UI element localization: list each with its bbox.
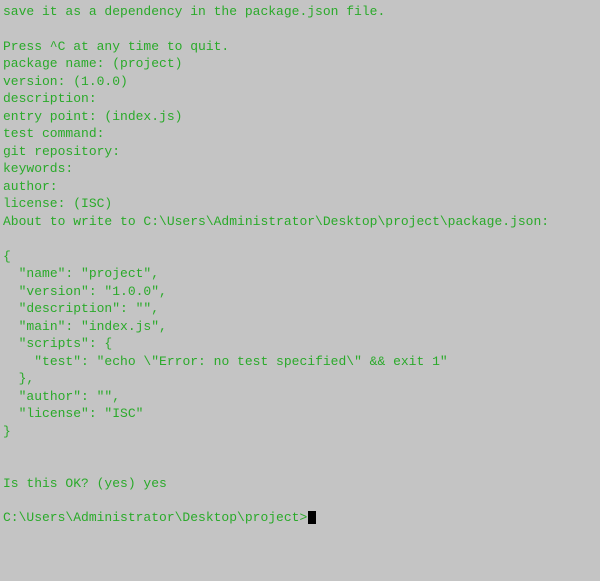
terminal-line: author: bbox=[3, 178, 600, 196]
terminal-output[interactable]: save it as a dependency in the package.j… bbox=[3, 3, 600, 527]
terminal-line bbox=[3, 492, 600, 509]
terminal-line bbox=[3, 441, 600, 458]
terminal-line: "license": "ISC" bbox=[3, 405, 600, 423]
terminal-prompt: C:\Users\Administrator\Desktop\project> bbox=[3, 509, 307, 527]
terminal-line: keywords: bbox=[3, 160, 600, 178]
terminal-prompt-line[interactable]: C:\Users\Administrator\Desktop\project> bbox=[3, 509, 600, 527]
terminal-line: Is this OK? (yes) yes bbox=[3, 475, 600, 493]
terminal-line: package name: (project) bbox=[3, 55, 600, 73]
terminal-line: license: (ISC) bbox=[3, 195, 600, 213]
terminal-line: "author": "", bbox=[3, 388, 600, 406]
terminal-line: About to write to C:\Users\Administrator… bbox=[3, 213, 600, 231]
terminal-line: "name": "project", bbox=[3, 265, 600, 283]
terminal-line bbox=[3, 458, 600, 475]
terminal-line: entry point: (index.js) bbox=[3, 108, 600, 126]
cursor-icon bbox=[308, 511, 316, 524]
terminal-line: "test": "echo \"Error: no test specified… bbox=[3, 353, 600, 371]
terminal-line: "main": "index.js", bbox=[3, 318, 600, 336]
terminal-line: } bbox=[3, 423, 600, 441]
terminal-line: "scripts": { bbox=[3, 335, 600, 353]
terminal-line bbox=[3, 231, 600, 248]
terminal-line: Press ^C at any time to quit. bbox=[3, 38, 600, 56]
terminal-line: description: bbox=[3, 90, 600, 108]
terminal-line: }, bbox=[3, 370, 600, 388]
terminal-line: { bbox=[3, 248, 600, 266]
terminal-line: "version": "1.0.0", bbox=[3, 283, 600, 301]
terminal-line: git repository: bbox=[3, 143, 600, 161]
terminal-line bbox=[3, 21, 600, 38]
terminal-line: version: (1.0.0) bbox=[3, 73, 600, 91]
terminal-line: test command: bbox=[3, 125, 600, 143]
terminal-line: save it as a dependency in the package.j… bbox=[3, 3, 600, 21]
terminal-line: "description": "", bbox=[3, 300, 600, 318]
